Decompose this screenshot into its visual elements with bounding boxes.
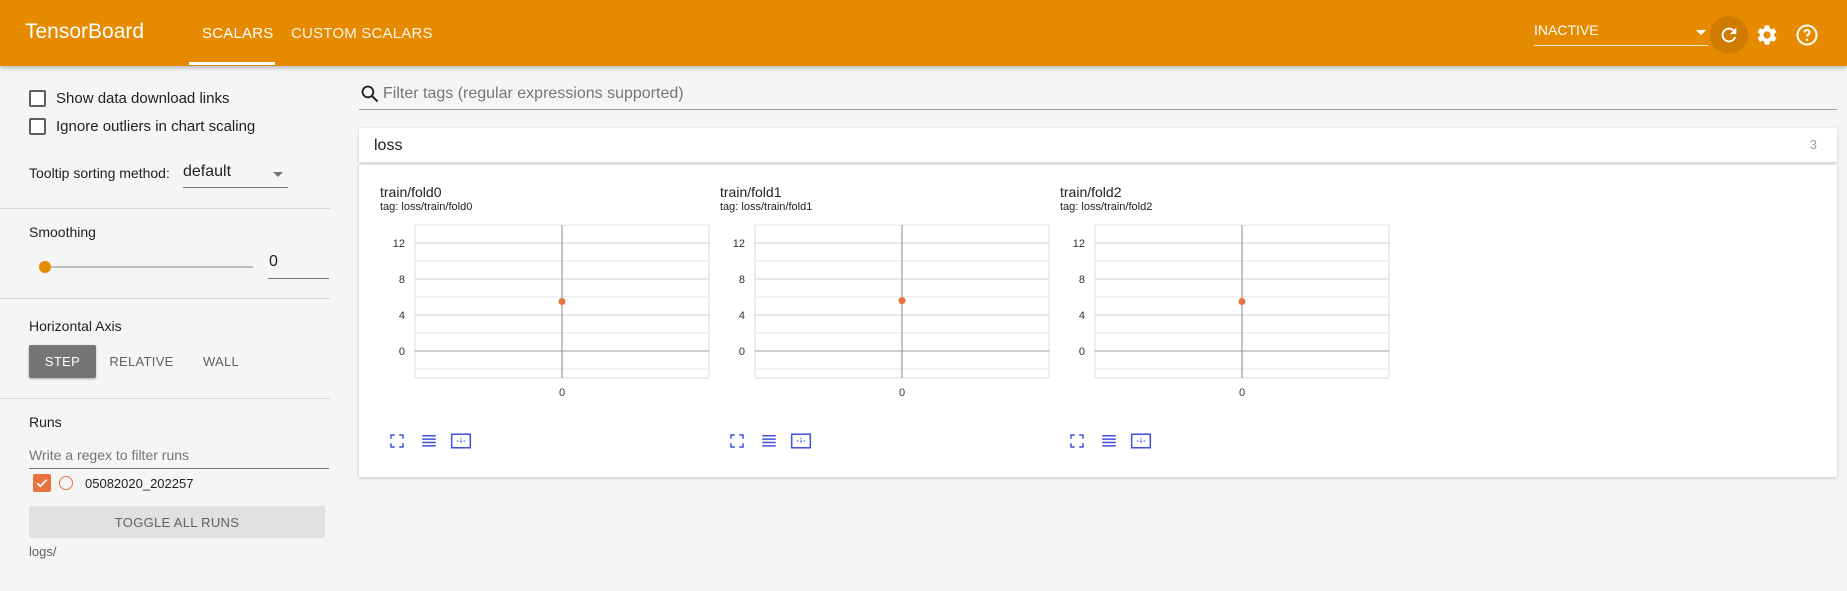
log-directory: logs/ — [29, 544, 57, 559]
fit-domain-icon — [1130, 433, 1152, 449]
run-checkbox[interactable] — [33, 474, 51, 492]
chart-plot[interactable]: 0 4 8 12 0 — [359, 165, 719, 415]
chevron-down-icon — [1696, 30, 1706, 35]
tag-filter-input[interactable]: Filter tags (regular expressions support… — [359, 80, 1837, 110]
chart-plot[interactable]: 0 4 8 12 0 — [699, 165, 1059, 415]
y-tick-label: 8 — [399, 274, 405, 286]
expand-chart-button[interactable] — [386, 430, 408, 452]
show-download-links-option[interactable]: Show data download links — [29, 90, 229, 107]
y-tick-label: 0 — [739, 346, 745, 358]
runs-filter-input[interactable]: Write a regex to filter runs — [29, 441, 329, 469]
expand-chart-button[interactable] — [726, 430, 748, 452]
run-name: 05082020_202257 — [85, 475, 194, 491]
fit-domain-button[interactable] — [1130, 430, 1152, 452]
runs-filter-placeholder: Write a regex to filter runs — [29, 447, 190, 463]
sidebar-divider — [0, 298, 330, 299]
checkmark-icon — [36, 479, 48, 488]
sidebar-divider — [0, 398, 330, 399]
ignore-outliers-checkbox[interactable] — [29, 118, 46, 135]
y-tick-label: 12 — [733, 238, 745, 250]
data-point — [898, 297, 906, 305]
y-tick-label: 12 — [1073, 238, 1085, 250]
chart-card: train/fold2 tag: loss/train/fold2 0 4 8 12 0 — [1039, 165, 1390, 465]
y-tick-label: 0 — [1079, 346, 1085, 358]
settings-gear-icon — [1757, 25, 1777, 45]
toggle-log-scale-button[interactable] — [418, 430, 440, 452]
toggle-log-scale-button[interactable] — [758, 430, 780, 452]
tab-custom-scalars[interactable]: CUSTOM SCALARS — [291, 25, 433, 42]
help-circle-icon — [1796, 24, 1818, 46]
show-download-links-checkbox[interactable] — [29, 90, 46, 107]
help-button[interactable] — [1790, 18, 1824, 52]
tag-filter-placeholder: Filter tags (regular expressions support… — [383, 85, 684, 102]
run-item[interactable]: 05082020_202257 — [33, 474, 193, 492]
fit-domain-icon — [450, 433, 472, 449]
fullscreen-icon — [390, 434, 404, 448]
chart-card: train/fold0 tag: loss/train/fold0 0 4 8 12 0 — [359, 165, 710, 465]
fit-domain-button[interactable] — [450, 430, 472, 452]
category-header[interactable]: loss 3 — [359, 128, 1837, 162]
ignore-outliers-option[interactable]: Ignore outliers in chart scaling — [29, 118, 255, 135]
y-tick-label: 0 — [399, 346, 405, 358]
fit-domain-icon — [790, 433, 812, 449]
y-tick-label: 12 — [393, 238, 405, 250]
category-body: train/fold0 tag: loss/train/fold0 0 4 8 12 0 t… — [359, 165, 1837, 477]
smoothing-slider-track[interactable] — [44, 266, 253, 268]
settings-button[interactable] — [1750, 18, 1784, 52]
run-status-value: INACTIVE — [1534, 22, 1599, 38]
runs-label: Runs — [29, 414, 62, 430]
chart-card: train/fold1 tag: loss/train/fold1 0 4 8 12 0 — [699, 165, 1050, 465]
sidebar: Show data download links Ignore outliers… — [0, 66, 358, 591]
y-tick-label: 4 — [1079, 310, 1085, 322]
list-lines-icon — [422, 435, 436, 447]
smoothing-label: Smoothing — [29, 224, 96, 240]
chart-toolbar — [726, 430, 812, 452]
horizontal-axis-label: Horizontal Axis — [29, 318, 122, 334]
fit-domain-button[interactable] — [790, 430, 812, 452]
data-point — [1238, 298, 1246, 305]
refresh-icon — [1721, 27, 1737, 43]
active-tab-indicator — [189, 62, 275, 65]
x-tick-label: 0 — [1239, 387, 1245, 399]
axis-step-button[interactable]: STEP — [29, 345, 96, 378]
list-lines-icon — [1102, 435, 1116, 447]
expand-chart-button[interactable] — [1066, 430, 1088, 452]
run-status-dropdown[interactable]: INACTIVE — [1534, 22, 1708, 46]
chevron-down-icon — [273, 172, 283, 177]
tooltip-sorting-select[interactable]: default — [183, 163, 288, 188]
tooltip-sorting-label: Tooltip sorting method: — [29, 165, 170, 181]
category-count: 3 — [1809, 137, 1817, 152]
data-point — [558, 298, 566, 305]
y-tick-label: 4 — [399, 310, 405, 322]
run-color-indicator — [59, 476, 73, 490]
category-name: loss — [374, 137, 403, 154]
list-lines-icon — [762, 435, 776, 447]
axis-relative-button[interactable]: RELATIVE — [104, 345, 179, 378]
search-icon — [361, 85, 379, 103]
smoothing-value-input[interactable]: 0 — [268, 253, 329, 279]
sidebar-divider — [0, 208, 330, 209]
x-tick-label: 0 — [559, 387, 565, 399]
chart-toolbar — [386, 430, 472, 452]
y-tick-label: 8 — [1079, 274, 1085, 286]
fullscreen-icon — [1070, 434, 1084, 448]
x-tick-label: 0 — [899, 387, 905, 399]
toggle-log-scale-button[interactable] — [1098, 430, 1120, 452]
show-download-links-label: Show data download links — [56, 90, 230, 107]
y-tick-label: 4 — [739, 310, 745, 322]
top-app-bar: TensorBoard SCALARS CUSTOM SCALARS INACT… — [0, 0, 1847, 66]
y-tick-label: 8 — [739, 274, 745, 286]
chart-toolbar — [1066, 430, 1152, 452]
ignore-outliers-label: Ignore outliers in chart scaling — [56, 118, 256, 135]
axis-wall-button[interactable]: WALL — [190, 345, 252, 378]
chart-plot[interactable]: 0 4 8 12 0 — [1039, 165, 1399, 415]
smoothing-slider-knob[interactable] — [39, 261, 51, 273]
tooltip-sorting-value: default — [183, 163, 232, 180]
reload-button[interactable] — [1710, 16, 1748, 54]
app-brand: TensorBoard — [25, 20, 145, 43]
tab-scalars[interactable]: SCALARS — [202, 25, 273, 42]
toggle-all-runs-button[interactable]: TOGGLE ALL RUNS — [29, 506, 325, 538]
fullscreen-icon — [730, 434, 744, 448]
